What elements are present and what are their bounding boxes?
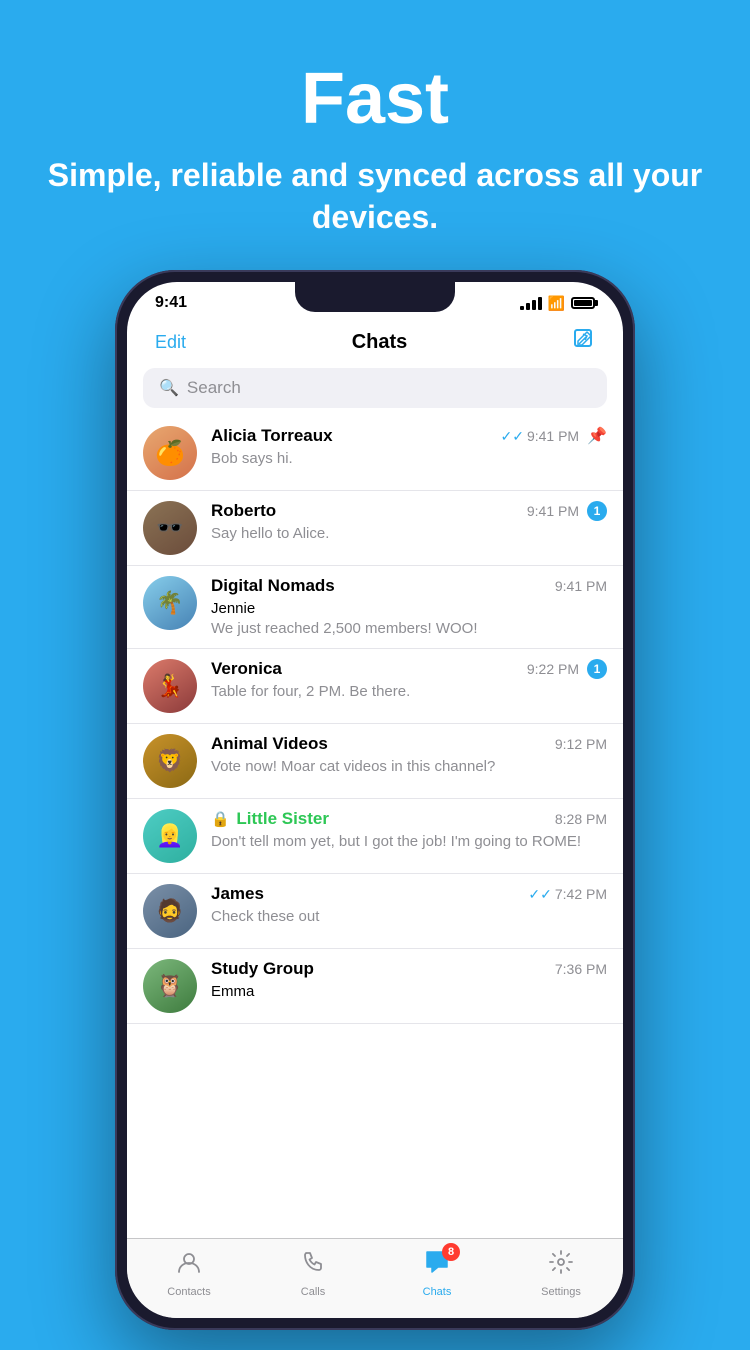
chat-content-animal: Animal Videos 9:12 PM Vote now! Moar cat…	[211, 734, 607, 777]
double-check-james-icon: ✓✓	[528, 886, 551, 902]
status-icons: 📶	[520, 295, 595, 312]
chat-preview-roberto: Say hello to Alice.	[211, 524, 579, 544]
chat-preview-sister: Don't tell mom yet, but I got the job! I…	[211, 832, 607, 852]
chat-item-sister[interactable]: 👱‍♀️ 🔒 Little Sister 8:28 PM Don't tell …	[127, 799, 623, 874]
tab-contacts[interactable]: Contacts	[127, 1249, 251, 1298]
chat-name-study: Study Group	[211, 959, 314, 979]
status-time: 9:41	[155, 294, 187, 312]
avatar-alicia: 🍊	[143, 426, 197, 480]
chat-name-sister: 🔒 Little Sister	[211, 809, 329, 829]
phone-mockup: 9:41 📶 Edit Chats	[115, 270, 635, 1350]
chat-name-roberto: Roberto	[211, 501, 276, 521]
chat-time-study: 7:36 PM	[555, 961, 607, 977]
search-icon: 🔍	[159, 378, 179, 398]
chat-preview-study: Emma	[211, 982, 607, 1002]
chat-item-veronica[interactable]: 💃 Veronica 9:22 PM Table for four, 2 PM.…	[127, 649, 623, 724]
avatar-animal: 🦁	[143, 734, 197, 788]
chat-meta-veronica: 1	[587, 659, 607, 679]
signal-icon	[520, 297, 542, 310]
chat-name-animal: Animal Videos	[211, 734, 328, 754]
chat-preview-james: Check these out	[211, 907, 607, 927]
phone-frame: 9:41 📶 Edit Chats	[115, 270, 635, 1330]
chat-time-animal: 9:12 PM	[555, 736, 607, 752]
chat-content-roberto: Roberto 9:41 PM Say hello to Alice.	[211, 501, 579, 544]
calls-icon	[300, 1249, 326, 1282]
settings-label: Settings	[541, 1286, 581, 1298]
avatar-roberto: 🕶️	[143, 501, 197, 555]
avatar-study: 🦉	[143, 959, 197, 1013]
chat-meta-roberto: 1	[587, 501, 607, 521]
pin-icon: 📌	[587, 426, 607, 446]
chat-name-alicia: Alicia Torreaux	[211, 426, 333, 446]
chat-preview-digital: JennieWe just reached 2,500 members! WOO…	[211, 599, 607, 638]
chat-item-study[interactable]: 🦉 Study Group 7:36 PM Emma	[127, 949, 623, 1024]
chat-item-roberto[interactable]: 🕶️ Roberto 9:41 PM Say hello to Alice. 1	[127, 491, 623, 566]
chat-name-veronica: Veronica	[211, 659, 282, 679]
unread-badge-veronica: 1	[587, 659, 607, 679]
chat-content-sister: 🔒 Little Sister 8:28 PM Don't tell mom y…	[211, 809, 607, 852]
chat-content-veronica: Veronica 9:22 PM Table for four, 2 PM. B…	[211, 659, 579, 702]
search-input[interactable]: Search	[187, 378, 241, 398]
tab-settings[interactable]: Settings	[499, 1249, 623, 1298]
chat-item-alicia[interactable]: 🍊 Alicia Torreaux ✓✓9:41 PM Bob says hi.…	[127, 416, 623, 491]
avatar-james: 🧔	[143, 884, 197, 938]
compose-button[interactable]	[573, 328, 595, 356]
chat-time-james: ✓✓7:42 PM	[528, 886, 607, 903]
lock-icon: 🔒	[211, 811, 230, 828]
settings-icon	[548, 1249, 574, 1282]
avatar-digital: 🌴	[143, 576, 197, 630]
chat-content-james: James ✓✓7:42 PM Check these out	[211, 884, 607, 927]
tab-calls[interactable]: Calls	[251, 1249, 375, 1298]
chat-name-james: James	[211, 884, 264, 904]
chat-time-veronica: 9:22 PM	[527, 661, 579, 677]
double-check-icon: ✓✓	[500, 428, 523, 444]
nav-bar: Edit Chats	[127, 320, 623, 368]
chat-content-digital: Digital Nomads 9:41 PM JennieWe just rea…	[211, 576, 607, 638]
chats-icon: 8	[424, 1249, 450, 1282]
chat-content-study: Study Group 7:36 PM Emma	[211, 959, 607, 1002]
chat-time-digital: 9:41 PM	[555, 578, 607, 594]
edit-button[interactable]: Edit	[155, 332, 186, 353]
chat-meta-alicia: 📌	[587, 426, 607, 446]
chat-item-digital[interactable]: 🌴 Digital Nomads 9:41 PM JennieWe just r…	[127, 566, 623, 649]
chat-time-sister: 8:28 PM	[555, 811, 607, 827]
hero-title: Fast	[40, 60, 710, 139]
chat-name-digital: Digital Nomads	[211, 576, 335, 596]
phone-screen: 9:41 📶 Edit Chats	[127, 282, 623, 1318]
hero-section: Fast Simple, reliable and synced across …	[0, 0, 750, 268]
contacts-label: Contacts	[167, 1286, 210, 1298]
chat-list: 🍊 Alicia Torreaux ✓✓9:41 PM Bob says hi.…	[127, 416, 623, 1024]
battery-icon	[571, 297, 595, 309]
avatar-sister: 👱‍♀️	[143, 809, 197, 863]
tab-chats[interactable]: 8 Chats	[375, 1249, 499, 1298]
search-bar[interactable]: 🔍 Search	[143, 368, 607, 408]
chat-time-roberto: 9:41 PM	[527, 503, 579, 519]
contacts-icon	[176, 1249, 202, 1282]
chat-preview-veronica: Table for four, 2 PM. Be there.	[211, 682, 579, 702]
chat-item-animal[interactable]: 🦁 Animal Videos 9:12 PM Vote now! Moar c…	[127, 724, 623, 799]
chats-badge: 8	[442, 1243, 460, 1261]
avatar-veronica: 💃	[143, 659, 197, 713]
tab-bar: Contacts Calls 8	[127, 1238, 623, 1318]
wifi-icon: 📶	[548, 295, 565, 312]
page-title: Chats	[352, 331, 408, 354]
unread-badge-roberto: 1	[587, 501, 607, 521]
chat-preview-alicia: Bob says hi.	[211, 449, 579, 469]
chats-label: Chats	[423, 1286, 452, 1298]
hero-subtitle: Simple, reliable and synced across all y…	[40, 155, 710, 238]
calls-label: Calls	[301, 1286, 325, 1298]
chat-time-alicia: ✓✓9:41 PM	[500, 428, 579, 445]
phone-notch	[295, 282, 455, 312]
chat-content-alicia: Alicia Torreaux ✓✓9:41 PM Bob says hi.	[211, 426, 579, 469]
chat-preview-animal: Vote now! Moar cat videos in this channe…	[211, 757, 607, 777]
chat-item-james[interactable]: 🧔 James ✓✓7:42 PM Check these out	[127, 874, 623, 949]
